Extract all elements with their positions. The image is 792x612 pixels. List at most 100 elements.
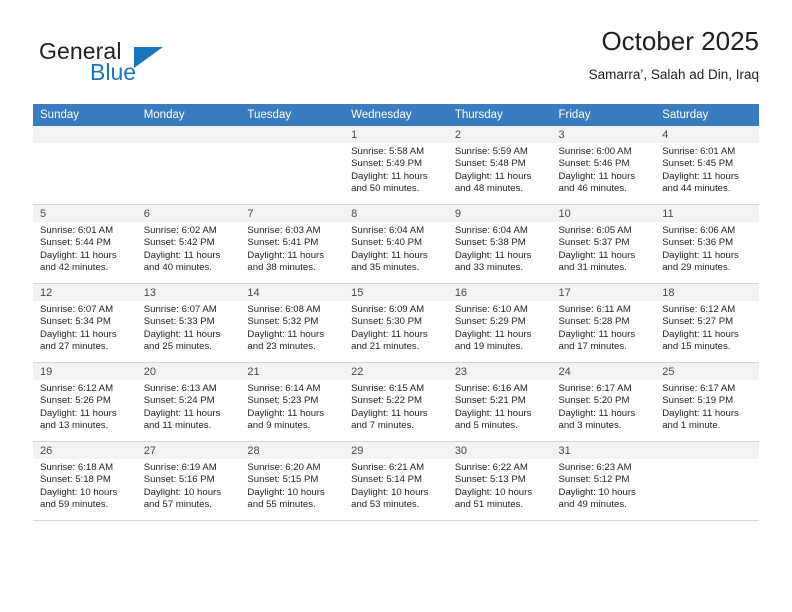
empty-day-cell <box>33 126 137 204</box>
day-details: Sunrise: 6:23 AM Sunset: 5:12 PM Daylight:… <box>552 459 656 512</box>
calendar-day-cell[interactable]: 12 Sunrise: 6:07 AM Sunset: 5:34 PM Dayligh… <box>33 283 137 363</box>
day-cell-31: 31 Sunrise: 6:23 AM Sunset: 5:12 PM Dayligh… <box>551 442 656 520</box>
day-details: Sunrise: 6:07 AM Sunset: 5:33 PM Daylight:… <box>137 301 241 354</box>
day-number: 16 <box>447 284 552 301</box>
sunrise-text: Sunrise: 6:12 AM <box>40 383 114 394</box>
day-cell-20: 20 Sunrise: 6:13 AM Sunset: 5:24 PM Dayligh… <box>136 363 241 441</box>
daylight-text-line1: Daylight: 11 hours <box>454 407 532 419</box>
sunrise-text: Sunrise: 5:59 AM <box>454 146 528 157</box>
day-number: 27 <box>136 442 241 459</box>
daylight-text-line1: Daylight: 11 hours <box>40 249 117 261</box>
weekday-header-sunday: Sunday <box>33 104 137 126</box>
daylight-text-line2: and 17 minutes. <box>558 341 627 353</box>
calendar-day-cell[interactable] <box>240 126 345 205</box>
calendar-day-cell[interactable]: 8 Sunrise: 6:04 AM Sunset: 5:40 PM Daylight… <box>344 204 448 284</box>
daylight-text-line2: and 19 minutes. <box>454 341 524 353</box>
day-number <box>136 126 241 143</box>
calendar-day-cell[interactable]: 6 Sunrise: 6:02 AM Sunset: 5:42 PM Daylight… <box>136 204 241 284</box>
day-details: Sunrise: 6:19 AM Sunset: 5:16 PM Daylight:… <box>137 459 241 512</box>
calendar-day-cell[interactable]: 24 Sunrise: 6:17 AM Sunset: 5:20 PM Dayligh… <box>551 362 656 442</box>
day-details: Sunrise: 6:01 AM Sunset: 5:45 PM Daylight:… <box>655 143 759 196</box>
calendar-day-cell[interactable]: 17 Sunrise: 6:11 AM Sunset: 5:28 PM Dayligh… <box>551 283 656 363</box>
calendar-day-cell[interactable]: 23 Sunrise: 6:16 AM Sunset: 5:21 PM Dayligh… <box>447 362 552 442</box>
calendar-day-cell[interactable]: 16 Sunrise: 6:10 AM Sunset: 5:29 PM Dayligh… <box>447 283 552 363</box>
calendar-day-cell[interactable]: 26 Sunrise: 6:18 AM Sunset: 5:18 PM Dayligh… <box>33 441 137 521</box>
calendar-day-cell[interactable]: 1 Sunrise: 5:58 AM Sunset: 5:49 PM Daylight… <box>344 126 448 205</box>
day-number: 24 <box>551 363 656 380</box>
calendar-day-cell[interactable]: 11 Sunrise: 6:06 AM Sunset: 5:36 PM Dayligh… <box>655 204 759 284</box>
calendar-day-cell[interactable]: 10 Sunrise: 6:05 AM Sunset: 5:37 PM Dayligh… <box>551 204 656 284</box>
day-details: Sunrise: 6:06 AM Sunset: 5:36 PM Daylight:… <box>655 222 759 275</box>
day-details: Sunrise: 6:09 AM Sunset: 5:30 PM Daylight:… <box>344 301 448 354</box>
sunset-text: Sunset: 5:24 PM <box>143 395 215 407</box>
calendar-day-cell[interactable]: 28 Sunrise: 6:20 AM Sunset: 5:15 PM Dayligh… <box>240 441 345 521</box>
daylight-text-line1: Daylight: 11 hours <box>558 249 636 261</box>
sunset-text: Sunset: 5:37 PM <box>558 237 630 249</box>
calendar-day-cell[interactable]: 18 Sunrise: 6:12 AM Sunset: 5:27 PM Dayligh… <box>655 283 759 363</box>
daylight-text-line1: Daylight: 11 hours <box>662 170 739 182</box>
day-number: 28 <box>240 442 345 459</box>
day-details: Sunrise: 6:03 AM Sunset: 5:41 PM Daylight:… <box>240 222 344 275</box>
calendar-day-cell[interactable]: 2 Sunrise: 5:59 AM Sunset: 5:48 PM Daylight… <box>447 126 552 205</box>
calendar-day-cell[interactable] <box>33 126 137 205</box>
daylight-text-line1: Daylight: 11 hours <box>558 170 636 182</box>
day-number: 1 <box>344 126 448 143</box>
calendar-day-cell[interactable]: 13 Sunrise: 6:07 AM Sunset: 5:33 PM Dayligh… <box>136 283 241 363</box>
daylight-text-line2: and 25 minutes. <box>143 341 212 353</box>
day-details: Sunrise: 6:13 AM Sunset: 5:24 PM Daylight:… <box>137 380 241 433</box>
day-number: 10 <box>551 205 656 222</box>
daylight-text-line1: Daylight: 11 hours <box>662 407 739 419</box>
day-details: Sunrise: 5:58 AM Sunset: 5:49 PM Daylight:… <box>344 143 448 196</box>
sunset-text: Sunset: 5:29 PM <box>454 316 526 328</box>
day-number: 14 <box>240 284 345 301</box>
daylight-text-line2: and 3 minutes. <box>558 420 622 432</box>
day-details: Sunrise: 6:20 AM Sunset: 5:15 PM Daylight:… <box>240 459 344 512</box>
daylight-text-line2: and 33 minutes. <box>454 262 524 274</box>
calendar-day-cell[interactable]: 9 Sunrise: 6:04 AM Sunset: 5:38 PM Daylight… <box>447 204 552 284</box>
daylight-text-line2: and 9 minutes. <box>247 420 311 432</box>
calendar-day-cell[interactable]: 21 Sunrise: 6:14 AM Sunset: 5:23 PM Dayligh… <box>240 362 345 442</box>
sunrise-text: Sunrise: 6:20 AM <box>247 462 321 473</box>
sunrise-text: Sunrise: 6:18 AM <box>40 462 114 473</box>
sunrise-text: Sunrise: 6:03 AM <box>247 225 321 236</box>
calendar-day-cell[interactable] <box>136 126 241 205</box>
daylight-text-line1: Daylight: 11 hours <box>351 249 428 261</box>
day-details: Sunrise: 5:59 AM Sunset: 5:48 PM Daylight:… <box>448 143 552 196</box>
calendar-day-cell[interactable]: 31 Sunrise: 6:23 AM Sunset: 5:12 PM Dayligh… <box>551 441 656 521</box>
weekday-header-row: Sunday Monday Tuesday Wednesday Thursday Frid… <box>33 104 759 126</box>
day-cell-13: 13 Sunrise: 6:07 AM Sunset: 5:33 PM Dayligh… <box>136 284 241 362</box>
calendar-day-cell[interactable] <box>655 441 759 521</box>
day-cell-19: 19 Sunrise: 6:12 AM Sunset: 5:26 PM Dayligh… <box>33 363 137 441</box>
calendar-day-cell[interactable]: 14 Sunrise: 6:08 AM Sunset: 5:32 PM Dayligh… <box>240 283 345 363</box>
day-details: Sunrise: 6:08 AM Sunset: 5:32 PM Daylight:… <box>240 301 344 354</box>
calendar-day-cell[interactable]: 30 Sunrise: 6:22 AM Sunset: 5:13 PM Dayligh… <box>447 441 552 521</box>
calendar-day-cell[interactable]: 27 Sunrise: 6:19 AM Sunset: 5:16 PM Dayligh… <box>136 441 241 521</box>
calendar-day-cell[interactable]: 3 Sunrise: 6:00 AM Sunset: 5:46 PM Daylight… <box>551 126 656 205</box>
day-details: Sunrise: 6:05 AM Sunset: 5:37 PM Daylight:… <box>552 222 656 275</box>
daylight-text-line2: and 51 minutes. <box>454 499 524 511</box>
calendar-day-cell[interactable]: 20 Sunrise: 6:13 AM Sunset: 5:24 PM Dayligh… <box>136 362 241 442</box>
daylight-text-line2: and 5 minutes. <box>454 420 518 432</box>
daylight-text-line1: Daylight: 11 hours <box>454 328 532 340</box>
daylight-text-line1: Daylight: 11 hours <box>662 328 739 340</box>
day-details: Sunrise: 6:15 AM Sunset: 5:22 PM Daylight:… <box>344 380 448 433</box>
sunrise-text: Sunrise: 6:21 AM <box>351 462 425 473</box>
calendar-day-cell[interactable]: 29 Sunrise: 6:21 AM Sunset: 5:14 PM Dayligh… <box>344 441 448 521</box>
sunrise-text: Sunrise: 6:07 AM <box>143 304 217 315</box>
day-details: Sunrise: 6:12 AM Sunset: 5:27 PM Daylight:… <box>655 301 759 354</box>
day-cell-23: 23 Sunrise: 6:16 AM Sunset: 5:21 PM Dayligh… <box>447 363 552 441</box>
daylight-text-line2: and 13 minutes. <box>40 420 109 432</box>
calendar-day-cell[interactable]: 4 Sunrise: 6:01 AM Sunset: 5:45 PM Daylight… <box>655 126 759 205</box>
calendar-day-cell[interactable]: 5 Sunrise: 6:01 AM Sunset: 5:44 PM Daylight… <box>33 204 137 284</box>
daylight-text-line2: and 23 minutes. <box>247 341 316 353</box>
daylight-text-line2: and 55 minutes. <box>247 499 316 511</box>
day-number: 20 <box>136 363 241 380</box>
daylight-text-line1: Daylight: 11 hours <box>454 170 532 182</box>
sunset-text: Sunset: 5:21 PM <box>454 395 526 407</box>
calendar-day-cell[interactable]: 25 Sunrise: 6:17 AM Sunset: 5:19 PM Dayligh… <box>655 362 759 442</box>
calendar-day-cell[interactable]: 22 Sunrise: 6:15 AM Sunset: 5:22 PM Dayligh… <box>344 362 448 442</box>
calendar-day-cell[interactable]: 7 Sunrise: 6:03 AM Sunset: 5:41 PM Daylight… <box>240 204 345 284</box>
weekday-header-thursday: Thursday <box>447 104 552 126</box>
calendar-day-cell[interactable]: 19 Sunrise: 6:12 AM Sunset: 5:26 PM Dayligh… <box>33 362 137 442</box>
calendar-day-cell[interactable]: 15 Sunrise: 6:09 AM Sunset: 5:30 PM Dayligh… <box>344 283 448 363</box>
